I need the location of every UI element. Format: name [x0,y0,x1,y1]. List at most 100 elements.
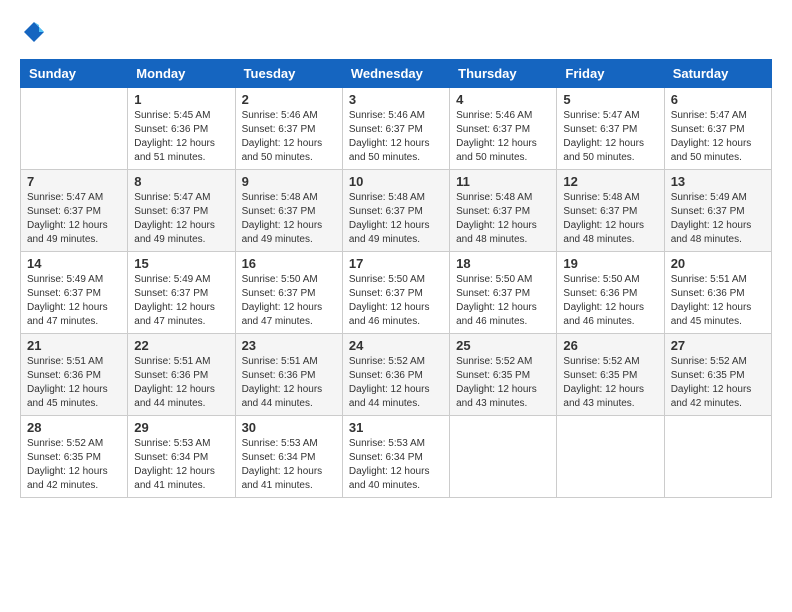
day-number: 11 [456,174,550,189]
day-info: Sunrise: 5:46 AMSunset: 6:37 PMDaylight:… [349,109,443,165]
day-info: Sunrise: 5:51 AMSunset: 6:36 PMDaylight:… [671,273,765,329]
day-number: 19 [563,256,657,271]
day-cell: 10 Sunrise: 5:48 AMSunset: 6:37 PMDayligh… [342,170,449,252]
day-number: 21 [27,338,121,353]
day-cell: 28 Sunrise: 5:52 AMSunset: 6:35 PMDayligh… [21,416,128,498]
day-cell: 13 Sunrise: 5:49 AMSunset: 6:37 PMDayligh… [664,170,771,252]
day-info: Sunrise: 5:50 AMSunset: 6:37 PMDaylight:… [242,273,336,329]
day-info: Sunrise: 5:48 AMSunset: 6:37 PMDaylight:… [456,191,550,247]
day-info: Sunrise: 5:53 AMSunset: 6:34 PMDaylight:… [349,437,443,493]
day-info: Sunrise: 5:48 AMSunset: 6:37 PMDaylight:… [563,191,657,247]
day-info: Sunrise: 5:47 AMSunset: 6:37 PMDaylight:… [27,191,121,247]
day-info: Sunrise: 5:53 AMSunset: 6:34 PMDaylight:… [242,437,336,493]
day-number: 2 [242,92,336,107]
day-cell: 27 Sunrise: 5:52 AMSunset: 6:35 PMDayligh… [664,334,771,416]
week-row-5: 28 Sunrise: 5:52 AMSunset: 6:35 PMDayligh… [21,416,772,498]
day-number: 4 [456,92,550,107]
weekday-header-thursday: Thursday [450,60,557,88]
day-cell: 18 Sunrise: 5:50 AMSunset: 6:37 PMDayligh… [450,252,557,334]
calendar-table: SundayMondayTuesdayWednesdayThursdayFrid… [20,59,772,498]
weekday-header-row: SundayMondayTuesdayWednesdayThursdayFrid… [21,60,772,88]
day-number: 20 [671,256,765,271]
day-info: Sunrise: 5:49 AMSunset: 6:37 PMDaylight:… [671,191,765,247]
day-number: 28 [27,420,121,435]
weekday-header-wednesday: Wednesday [342,60,449,88]
day-info: Sunrise: 5:52 AMSunset: 6:35 PMDaylight:… [671,355,765,411]
day-number: 22 [134,338,228,353]
day-cell: 6 Sunrise: 5:47 AMSunset: 6:37 PMDaylight… [664,88,771,170]
day-cell: 17Sunrise: 5:50 AMSunset: 6:37 PMDayligh… [342,252,449,334]
week-row-3: 14 Sunrise: 5:49 AMSunset: 6:37 PMDayligh… [21,252,772,334]
day-cell: 8 Sunrise: 5:47 AMSunset: 6:37 PMDaylight… [128,170,235,252]
page-header [20,20,772,49]
week-row-1: 1Sunrise: 5:45 AMSunset: 6:36 PMDaylight… [21,88,772,170]
day-info: Sunrise: 5:47 AMSunset: 6:37 PMDaylight:… [671,109,765,165]
day-number: 12 [563,174,657,189]
day-number: 5 [563,92,657,107]
day-cell: 16 Sunrise: 5:50 AMSunset: 6:37 PMDayligh… [235,252,342,334]
day-info: Sunrise: 5:45 AMSunset: 6:36 PMDaylight:… [134,109,228,165]
day-number: 14 [27,256,121,271]
day-cell: 23Sunrise: 5:51 AMSunset: 6:36 PMDayligh… [235,334,342,416]
logo-text [20,20,46,49]
day-cell: 24Sunrise: 5:52 AMSunset: 6:36 PMDayligh… [342,334,449,416]
weekday-header-tuesday: Tuesday [235,60,342,88]
day-info: Sunrise: 5:46 AMSunset: 6:37 PMDaylight:… [456,109,550,165]
day-info: Sunrise: 5:50 AMSunset: 6:37 PMDaylight:… [349,273,443,329]
day-cell: 22 Sunrise: 5:51 AMSunset: 6:36 PMDayligh… [128,334,235,416]
day-cell: 30 Sunrise: 5:53 AMSunset: 6:34 PMDayligh… [235,416,342,498]
day-info: Sunrise: 5:51 AMSunset: 6:36 PMDaylight:… [27,355,121,411]
day-info: Sunrise: 5:49 AMSunset: 6:37 PMDaylight:… [27,273,121,329]
weekday-header-sunday: Sunday [21,60,128,88]
day-number: 26 [563,338,657,353]
day-number: 31 [349,420,443,435]
day-number: 30 [242,420,336,435]
day-number: 23 [242,338,336,353]
day-cell: 2 Sunrise: 5:46 AMSunset: 6:37 PMDaylight… [235,88,342,170]
logo-icon [22,20,46,44]
day-number: 6 [671,92,765,107]
day-cell: 5 Sunrise: 5:47 AMSunset: 6:37 PMDaylight… [557,88,664,170]
day-number: 10 [349,174,443,189]
day-cell [21,88,128,170]
week-row-4: 21 Sunrise: 5:51 AMSunset: 6:36 PMDayligh… [21,334,772,416]
logo [20,20,46,49]
day-number: 27 [671,338,765,353]
day-cell: 20 Sunrise: 5:51 AMSunset: 6:36 PMDayligh… [664,252,771,334]
day-info: Sunrise: 5:51 AMSunset: 6:36 PMDaylight:… [134,355,228,411]
day-info: Sunrise: 5:48 AMSunset: 6:37 PMDaylight:… [242,191,336,247]
day-number: 13 [671,174,765,189]
day-number: 7 [27,174,121,189]
day-number: 16 [242,256,336,271]
day-info: Sunrise: 5:52 AMSunset: 6:35 PMDaylight:… [563,355,657,411]
day-info: Sunrise: 5:47 AMSunset: 6:37 PMDaylight:… [563,109,657,165]
day-number: 25 [456,338,550,353]
day-info: Sunrise: 5:46 AMSunset: 6:37 PMDaylight:… [242,109,336,165]
day-info: Sunrise: 5:47 AMSunset: 6:37 PMDaylight:… [134,191,228,247]
day-cell [664,416,771,498]
day-cell [450,416,557,498]
day-info: Sunrise: 5:53 AMSunset: 6:34 PMDaylight:… [134,437,228,493]
weekday-header-monday: Monday [128,60,235,88]
day-info: Sunrise: 5:52 AMSunset: 6:35 PMDaylight:… [27,437,121,493]
day-cell: 21 Sunrise: 5:51 AMSunset: 6:36 PMDayligh… [21,334,128,416]
day-cell: 29Sunrise: 5:53 AMSunset: 6:34 PMDayligh… [128,416,235,498]
day-cell [557,416,664,498]
day-cell: 14 Sunrise: 5:49 AMSunset: 6:37 PMDayligh… [21,252,128,334]
day-number: 24 [349,338,443,353]
day-cell: 7 Sunrise: 5:47 AMSunset: 6:37 PMDaylight… [21,170,128,252]
day-info: Sunrise: 5:49 AMSunset: 6:37 PMDaylight:… [134,273,228,329]
day-cell: 15 Sunrise: 5:49 AMSunset: 6:37 PMDayligh… [128,252,235,334]
day-number: 18 [456,256,550,271]
day-info: Sunrise: 5:48 AMSunset: 6:37 PMDaylight:… [349,191,443,247]
day-cell: 12 Sunrise: 5:48 AMSunset: 6:37 PMDayligh… [557,170,664,252]
day-number: 15 [134,256,228,271]
week-row-2: 7 Sunrise: 5:47 AMSunset: 6:37 PMDaylight… [21,170,772,252]
day-number: 8 [134,174,228,189]
weekday-header-friday: Friday [557,60,664,88]
day-cell: 1Sunrise: 5:45 AMSunset: 6:36 PMDaylight… [128,88,235,170]
day-cell: 3 Sunrise: 5:46 AMSunset: 6:37 PMDaylight… [342,88,449,170]
day-number: 3 [349,92,443,107]
day-info: Sunrise: 5:50 AMSunset: 6:36 PMDaylight:… [563,273,657,329]
day-info: Sunrise: 5:50 AMSunset: 6:37 PMDaylight:… [456,273,550,329]
